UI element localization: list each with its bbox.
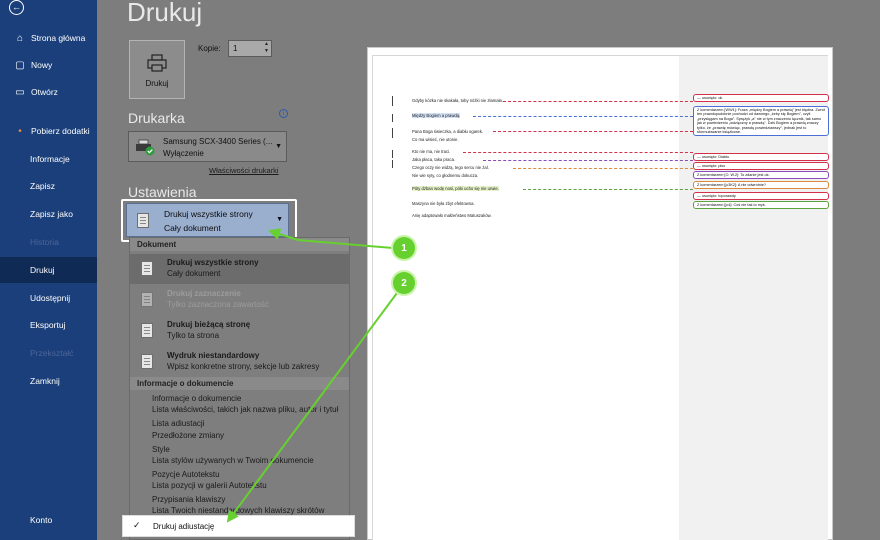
callout-badge-2: 2: [393, 272, 415, 294]
callout-badge-1: 1: [393, 237, 415, 259]
annotation-arrows: [226, 228, 398, 523]
